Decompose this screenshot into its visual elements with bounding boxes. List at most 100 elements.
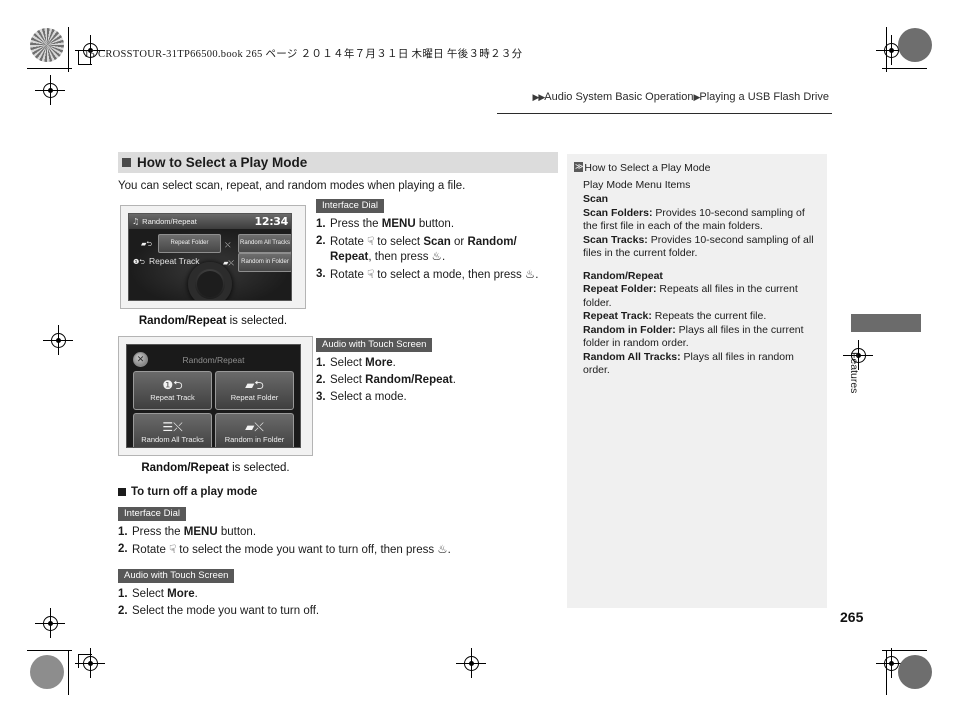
figure-touch-screen: ✕ Random/Repeat ❶⮌ Repeat Track ▰⮌ Repea…	[118, 336, 313, 474]
screen-title: Random/Repeat	[182, 354, 245, 365]
step-text-post: , then press	[368, 251, 432, 263]
step-text-pre: Rotate	[330, 269, 368, 281]
edge-thumb-tab-label: Features	[848, 352, 860, 394]
figure-caption-rest: is selected.	[226, 315, 288, 327]
figure-interface-dial-screen: ♫ Random/Repeat 12:34 ▰⮌ Repeat Folder ⤬…	[120, 205, 306, 327]
step-text-pre: Rotate	[330, 236, 368, 248]
press-dial-icon: ♨	[431, 249, 442, 263]
step-item: 1. Select More.	[316, 356, 546, 370]
sidebar-group-heading: Random/Repeat	[583, 270, 818, 284]
music-note-icon: ♫	[132, 217, 140, 226]
random-all-tracks-icon: ☰⤬	[162, 420, 183, 434]
step-text-post: .	[194, 588, 198, 600]
sidebar-title-label: How to Select a Play Mode	[584, 162, 711, 174]
registration-mark	[75, 648, 105, 678]
step-text-post: button.	[217, 526, 257, 538]
step-text: Select Random/Repeat.	[330, 373, 546, 387]
repeat-folder-icon: ▰⮌	[245, 378, 264, 392]
step-text: Select a mode.	[330, 390, 546, 404]
step-text: Select More.	[132, 587, 538, 601]
screen-button-label: Repeat Folder	[170, 240, 209, 246]
bullet-square-icon	[118, 488, 126, 496]
step-list: 1. Press the MENU button. 2. Rotate ☟ to…	[316, 217, 546, 282]
step-text-pre: Select	[330, 374, 366, 386]
edge-thumb-tab-bar	[851, 314, 921, 332]
sidebar-group-heading-label: Random/Repeat	[583, 269, 663, 282]
section-heading: How to Select a Play Mode	[118, 152, 558, 173]
color-calibration-blob	[898, 655, 932, 689]
sidebar-group-heading: Scan	[583, 193, 818, 207]
step-item: 1. Press the MENU button.	[316, 217, 546, 231]
press-dial-icon: ♨	[524, 267, 536, 281]
step-text-bold: Random/Repeat	[365, 374, 453, 386]
step-text-bold: Scan	[423, 236, 451, 248]
tag-audio-touch-screen: Audio with Touch Screen	[316, 337, 433, 352]
sidebar-group-heading-label: Scan	[583, 193, 609, 205]
page-number: 265	[840, 609, 864, 625]
registration-mark	[43, 325, 73, 355]
sidebar-body: Scan Scan Folders: Provides 10-second sa…	[583, 193, 818, 378]
step-text-bold: MENU	[183, 526, 218, 538]
step-text: Rotate ☟ to select a mode, then press ♨.	[330, 267, 546, 282]
registration-mark	[456, 648, 486, 678]
screen-button-random-all-tracks[interactable]: Random All Tracks	[238, 234, 291, 253]
subsection-heading-label: To turn off a play mode	[131, 486, 258, 498]
step-item: 2. Rotate ☟ to select the mode you want …	[118, 542, 538, 557]
step-number: 3.	[316, 268, 326, 280]
step-item: 3. Rotate ☟ to select a mode, then press…	[316, 267, 546, 282]
step-text-pre: Press the	[132, 526, 184, 538]
sidebar-entry-term: Repeat Track:	[583, 310, 652, 322]
screen-label-repeat-track[interactable]: Repeat Track	[149, 256, 200, 266]
step-text-post: .	[452, 374, 456, 386]
tile-repeat-folder[interactable]: ▰⮌ Repeat Folder	[215, 371, 294, 410]
tile-random-all-tracks[interactable]: ☰⤬ Random All Tracks	[133, 413, 212, 447]
turnoff-touch-block: Audio with Touch Screen 1. Select More. …	[118, 565, 538, 618]
color-calibration-blob	[30, 28, 64, 62]
track-repeat-icon: ❶⮌	[133, 258, 145, 266]
touch-screen-instructions: Audio with Touch Screen 1. Select More. …	[316, 334, 546, 404]
breadcrumb: ▶▶Audio System Basic Operation▶Playing a…	[532, 91, 829, 103]
figure-caption-rest: is selected.	[228, 462, 290, 474]
tile-label: Repeat Folder	[230, 393, 279, 402]
sidebar-entry: Random All Tracks: Plays all files in ra…	[583, 351, 818, 378]
crop-line	[27, 650, 72, 651]
step-item: 1. Select More.	[118, 587, 538, 601]
crop-line	[68, 650, 69, 695]
screen-button-repeat-folder[interactable]: Repeat Folder	[158, 234, 221, 253]
crop-line	[68, 27, 69, 72]
tile-repeat-track[interactable]: ❶⮌ Repeat Track	[133, 371, 212, 410]
step-text-pre: Press the	[330, 218, 382, 230]
color-calibration-blob	[898, 28, 932, 62]
sidebar-entry: Scan Tracks: Provides 10-second sampling…	[583, 234, 818, 261]
step-number: 2.	[316, 235, 326, 247]
tile-label: Repeat Track	[150, 393, 195, 402]
color-calibration-blob	[30, 655, 64, 689]
mode-tile-grid: ❶⮌ Repeat Track ▰⮌ Repeat Folder ☰⤬ Rand…	[133, 371, 294, 447]
shuffle-icon: ⤬	[225, 241, 231, 249]
tile-random-in-folder[interactable]: ▰⤬ Random in Folder	[215, 413, 294, 447]
step-text-mid: to select the mode you want to turn off,…	[176, 544, 438, 556]
screen-button-label: Random All Tracks	[239, 240, 291, 246]
step-text-mid: to select	[374, 236, 424, 248]
screenshot-frame: ✕ Random/Repeat ❶⮌ Repeat Track ▰⮌ Repea…	[118, 336, 313, 456]
screen-button-random-in-folder[interactable]: Random in Folder	[238, 253, 291, 272]
subsection-heading: To turn off a play mode	[118, 486, 538, 498]
step-number: 1.	[118, 588, 128, 600]
step-text: Press the MENU button.	[330, 217, 546, 231]
step-text-pre: Select a mode.	[330, 391, 407, 403]
interface-dial-instructions: Interface Dial 1. Press the MENU button.…	[316, 195, 546, 282]
device-screen-touch: ✕ Random/Repeat ❶⮌ Repeat Track ▰⮌ Repea…	[126, 344, 301, 448]
sidebar-title: ≫ How to Select a Play Mode	[574, 162, 818, 174]
sidebar-entry-term: Scan Folders:	[583, 206, 653, 219]
step-list: 1. Select More. 2. Select Random/Repeat.…	[316, 356, 546, 404]
screen-title: Random/Repeat	[142, 217, 197, 226]
step-text: Press the MENU button.	[132, 525, 538, 539]
step-number: 3.	[316, 391, 326, 403]
clock-display: 12:34	[254, 215, 288, 228]
folder-shuffle-icon: ▰⤬	[223, 259, 234, 267]
step-number: 2.	[118, 605, 128, 617]
sidebar-entry-desc: Repeats the current file.	[651, 310, 767, 322]
tag-audio-touch-screen: Audio with Touch Screen	[118, 568, 235, 583]
step-text-end: .	[447, 544, 451, 556]
sidebar-entry-term: Scan Tracks:	[583, 233, 648, 246]
